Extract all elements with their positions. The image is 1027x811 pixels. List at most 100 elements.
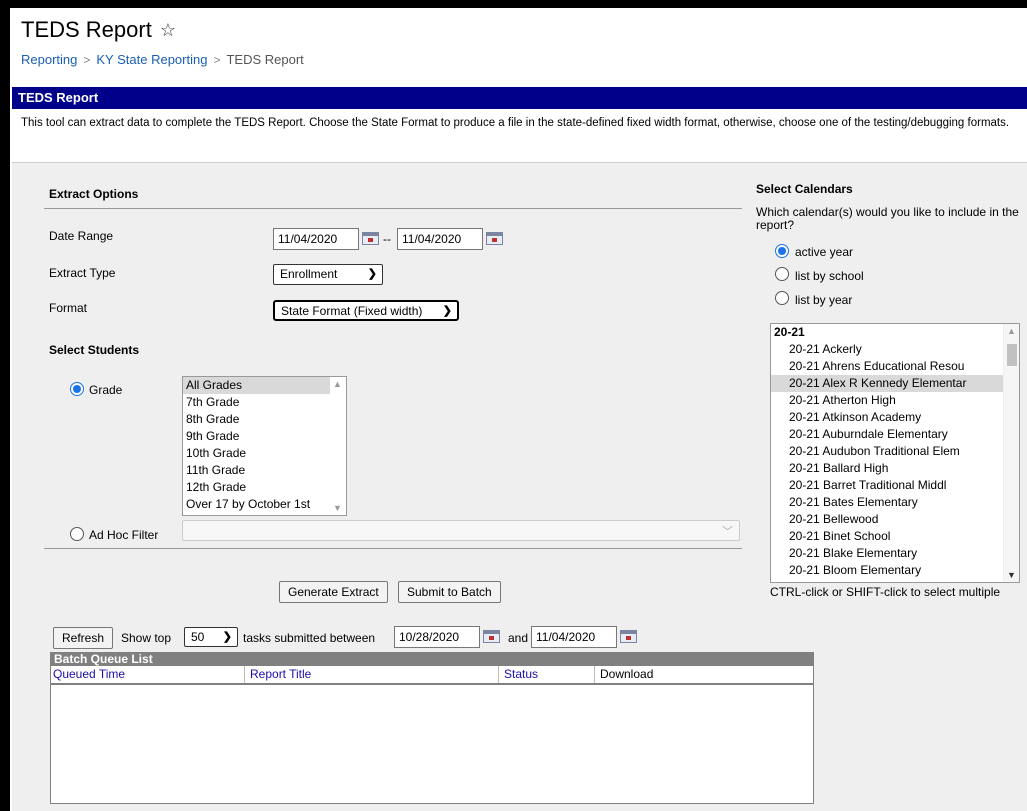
format-value: State Format (Fixed width) — [281, 304, 423, 318]
calendar-group-label: 20-21 — [774, 325, 805, 339]
list-item[interactable]: Over 17 by October 1st — [183, 496, 346, 513]
list-by-year-label: list by year — [795, 293, 853, 307]
list-item[interactable]: 20-21 Ballard High — [771, 460, 1019, 477]
extract-type-select[interactable]: Enrollment ❯ — [273, 264, 383, 285]
list-item[interactable]: 20-21 Audubon Traditional Elem — [771, 443, 1019, 460]
page-title: TEDS Report ☆ — [21, 17, 176, 43]
calendars-question: Which calendar(s) would you like to incl… — [756, 205, 1019, 232]
list-item[interactable]: 11th Grade — [183, 462, 346, 479]
window-top-border — [0, 0, 1027, 8]
scrollbar-thumb[interactable] — [1007, 344, 1017, 366]
breadcrumb-separator-icon: > — [83, 52, 91, 67]
list-item[interactable]: 20-21 Alex R Kennedy Elementar — [771, 375, 1019, 392]
page-title-text: TEDS Report — [21, 17, 152, 42]
scroll-down-icon[interactable]: ▼ — [1007, 570, 1016, 580]
list-item[interactable]: 10th Grade — [183, 445, 346, 462]
column-divider — [498, 666, 499, 683]
breadcrumb-current: TEDS Report — [226, 52, 304, 67]
list-item[interactable]: 20-21 Auburndale Elementary — [771, 426, 1019, 443]
list-item[interactable]: 20-21 Ahrens Educational Resou — [771, 358, 1019, 375]
start-date-input[interactable]: 11/04/2020 — [273, 228, 359, 250]
scrollbar[interactable]: ▲ ▼ — [1003, 324, 1019, 582]
calendar-icon[interactable] — [483, 630, 500, 643]
date-range-label: Date Range — [49, 229, 114, 243]
calendar-listbox[interactable]: 20-21 20-21 Ackerly 20-21 Ahrens Educati… — [770, 323, 1020, 583]
window-left-border — [0, 0, 10, 811]
list-item[interactable]: 8th Grade — [183, 411, 346, 428]
list-item[interactable]: 20-21 Bellewood — [771, 511, 1019, 528]
scroll-up-icon[interactable]: ▲ — [1007, 326, 1016, 336]
batch-queue-list[interactable] — [50, 684, 814, 804]
list-item[interactable]: 20-21 Atkinson Academy — [771, 409, 1019, 426]
list-item[interactable]: 20-21 Atherton High — [771, 392, 1019, 409]
chevron-down-icon: ❯ — [367, 268, 377, 280]
refresh-button[interactable]: Refresh — [53, 627, 114, 649]
multi-select-hint: CTRL-click or SHIFT-click to select mult… — [770, 585, 1001, 599]
report-description: This tool can extract data to complete t… — [21, 117, 1010, 129]
end-date-input[interactable]: 11/04/2020 — [397, 228, 483, 250]
report-banner: TEDS Report — [12, 87, 1027, 109]
grade-radio[interactable] — [70, 382, 84, 396]
list-item[interactable]: 20-21 Bloom Elementary — [771, 562, 1019, 579]
ad-hoc-filter-radio[interactable] — [70, 527, 84, 541]
column-report-title[interactable]: Report Title — [250, 667, 311, 681]
list-by-school-radio[interactable] — [775, 267, 789, 281]
breadcrumb-ky-state-reporting[interactable]: KY State Reporting — [96, 52, 207, 67]
chevron-down-icon: ❯ — [442, 305, 452, 317]
active-year-radio[interactable] — [775, 244, 789, 258]
breadcrumb-reporting[interactable]: Reporting — [21, 52, 77, 67]
calendar-icon[interactable] — [620, 630, 637, 643]
format-label: Format — [49, 301, 88, 315]
batch-queue-list-title: Batch Queue List — [50, 652, 814, 666]
ad-hoc-filter-select: ﹀ — [182, 520, 740, 541]
select-calendars-heading: Select Calendars — [756, 182, 853, 196]
calendar-icon[interactable] — [362, 232, 379, 245]
grade-listbox[interactable]: All Grades 7th Grade 8th Grade 9th Grade… — [182, 376, 347, 516]
batch-to-date-input[interactable]: 11/04/2020 — [531, 626, 617, 648]
column-download: Download — [600, 667, 654, 681]
scroll-down-icon[interactable]: ▼ — [333, 503, 342, 513]
batch-from-date-input[interactable]: 10/28/2020 — [394, 626, 480, 648]
column-divider — [244, 666, 245, 683]
list-item[interactable]: 20-21 Barret Traditional Middl — [771, 477, 1019, 494]
active-year-label: active year — [795, 245, 854, 259]
batch-queue-header-row: Queued Time Report Title Status Download — [50, 666, 814, 684]
list-item[interactable]: 20-21 Blake Elementary — [771, 545, 1019, 562]
scrollbar[interactable]: ▲ ▼ — [330, 377, 346, 515]
chevron-down-icon: ❯ — [222, 631, 232, 643]
list-item[interactable]: 20-21 Binet School — [771, 528, 1019, 545]
list-item[interactable]: 9th Grade — [183, 428, 346, 445]
extract-options-heading: Extract Options — [49, 187, 139, 201]
show-top-select[interactable]: 50 ❯ — [184, 627, 238, 647]
tasks-submitted-label: tasks submitted between — [243, 631, 376, 645]
list-item[interactable]: 20-21 Ackerly — [771, 341, 1019, 358]
scroll-up-icon[interactable]: ▲ — [333, 379, 342, 389]
breadcrumb: Reporting > KY State Reporting > TEDS Re… — [21, 52, 304, 67]
extract-type-label: Extract Type — [49, 266, 116, 280]
submit-to-batch-button[interactable]: Submit to Batch — [398, 581, 501, 603]
and-label: and — [508, 631, 529, 645]
list-item[interactable]: 12th Grade — [183, 479, 346, 496]
column-status[interactable]: Status — [504, 667, 538, 681]
calendar-icon[interactable] — [486, 232, 503, 245]
column-queued-time[interactable]: Queued Time — [53, 667, 125, 681]
show-top-value: 50 — [191, 630, 205, 644]
date-range-separator: -- — [383, 232, 391, 246]
divider — [44, 208, 742, 209]
list-item[interactable]: 7th Grade — [183, 394, 346, 411]
list-item[interactable]: All Grades — [183, 377, 346, 394]
divider — [12, 162, 1027, 170]
ad-hoc-filter-label: Ad Hoc Filter — [89, 528, 159, 542]
list-item[interactable]: 20-21 Bates Elementary — [771, 494, 1019, 511]
select-students-heading: Select Students — [49, 343, 140, 357]
list-by-school-label: list by school — [795, 269, 864, 283]
chevron-down-icon: ﹀ — [722, 526, 733, 538]
extract-type-value: Enrollment — [280, 267, 338, 281]
breadcrumb-separator-icon: > — [213, 52, 221, 67]
star-outline-icon[interactable]: ☆ — [160, 21, 176, 39]
grade-label: Grade — [89, 383, 123, 397]
format-select[interactable]: State Format (Fixed width) ❯ — [273, 300, 459, 321]
show-top-label: Show top — [121, 631, 172, 645]
list-by-year-radio[interactable] — [775, 291, 789, 305]
generate-extract-button[interactable]: Generate Extract — [279, 581, 388, 603]
